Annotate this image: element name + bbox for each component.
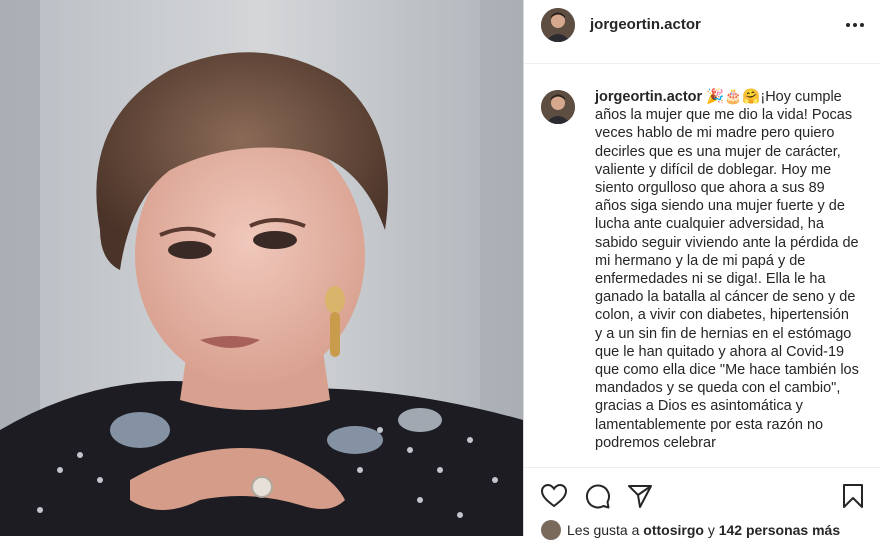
caption-avatar[interactable] (541, 90, 575, 124)
heart-icon[interactable] (540, 482, 568, 510)
post-photo[interactable] (0, 0, 523, 536)
comment-icon[interactable] (583, 482, 611, 510)
author-username[interactable]: jorgeortin.actor (590, 16, 701, 33)
likes-summary: Les gusta a ottosirgo y 142 personas más (541, 520, 840, 540)
avatar-image (541, 90, 575, 124)
portrait-image (0, 0, 523, 536)
post-side-panel: jorgeortin.actor jorgeortin.actor 🎉🎂🤗¡Ho… (523, 0, 880, 540)
bookmark-icon[interactable] (839, 482, 867, 510)
post-caption: jorgeortin.actor 🎉🎂🤗¡Hoy cumple años la … (595, 88, 860, 452)
more-options-icon[interactable] (844, 14, 866, 36)
liker-avatar (541, 520, 561, 540)
caption-username[interactable]: jorgeortin.actor (595, 89, 702, 105)
caption-emojis: 🎉🎂🤗 (706, 89, 761, 105)
share-icon[interactable] (626, 482, 654, 510)
post-header: jorgeortin.actor (524, 0, 880, 64)
caption-text: ¡Hoy cumple años la mujer que me dio la … (595, 89, 859, 451)
post-actions-bar: Les gusta a ottosirgo y 142 personas más (524, 467, 880, 540)
avatar-image (541, 8, 575, 42)
author-avatar[interactable] (541, 8, 575, 42)
caption-section: jorgeortin.actor 🎉🎂🤗¡Hoy cumple años la … (524, 82, 880, 467)
